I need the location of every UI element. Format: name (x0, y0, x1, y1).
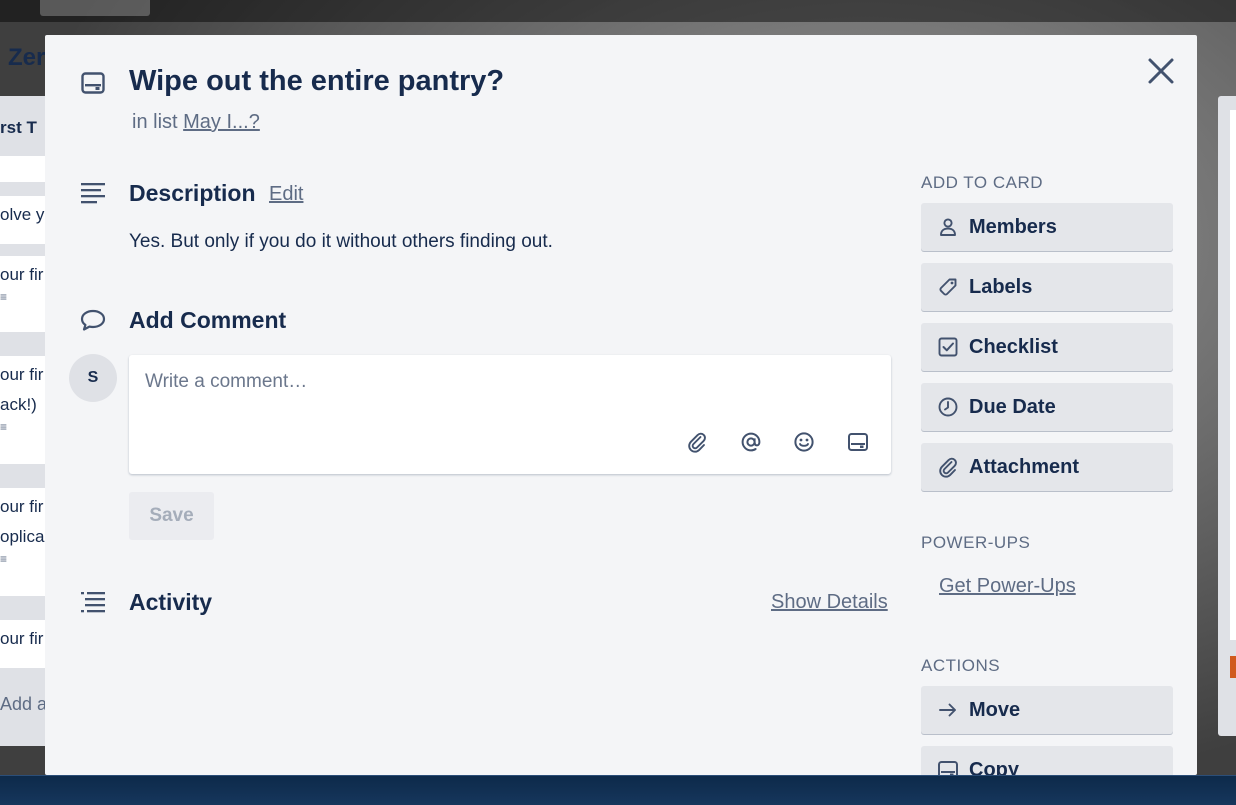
emoji-icon[interactable] (793, 431, 815, 453)
in-list-prefix: in list (132, 111, 178, 133)
close-button[interactable] (1143, 53, 1179, 89)
list-title[interactable]: rst T (0, 118, 37, 138)
label-badge (1230, 656, 1236, 678)
card-detail-modal: Wipe out the entire pantry? in list May … (45, 35, 1197, 775)
card-title[interactable]: Wipe out the entire pantry? (129, 65, 504, 98)
list-card-title: our fir (0, 497, 44, 516)
list-card-title-line2: ack!) (0, 395, 37, 414)
board-header-bar (0, 0, 1236, 22)
get-power-ups-link[interactable]: Get Power-Ups (939, 575, 1076, 598)
os-taskbar (0, 775, 1236, 805)
members-label: Members (969, 215, 1057, 238)
card-icon (937, 759, 959, 775)
comment-icon (80, 307, 106, 333)
attachment-button[interactable]: Attachment (921, 443, 1173, 491)
person-icon (937, 216, 959, 238)
move-button[interactable]: Move (921, 686, 1173, 734)
checklist-button[interactable]: Checklist (921, 323, 1173, 371)
add-card-link[interactable]: Add a (0, 694, 47, 715)
card-icon[interactable] (847, 431, 869, 453)
tag-icon (937, 276, 959, 298)
arrow-right-icon (937, 699, 959, 721)
close-icon (1148, 58, 1174, 84)
copy-button[interactable]: Copy (921, 746, 1173, 775)
header-button[interactable] (40, 0, 150, 16)
activity-title: Activity (129, 589, 213, 615)
comment-composer (129, 355, 891, 474)
description-text[interactable]: Yes. But only if you do it without other… (129, 231, 553, 253)
show-details-link[interactable]: Show Details (771, 591, 888, 614)
list-card-title: our fir (0, 265, 44, 284)
list-card-title-line2: oplica (0, 527, 45, 546)
list-name-link[interactable]: May I...? (183, 111, 260, 133)
members-button[interactable]: Members (921, 203, 1173, 251)
card-icon (80, 70, 106, 96)
description-title: Description (129, 180, 256, 206)
paperclip-icon[interactable] (686, 431, 708, 453)
list-card-title: our fir (0, 365, 44, 384)
in-list-info: in list May I...? (132, 111, 260, 134)
move-label: Move (969, 698, 1021, 721)
labels-button[interactable]: Labels (921, 263, 1173, 311)
save-button[interactable]: Save (129, 492, 214, 540)
avatar[interactable]: S (69, 354, 117, 402)
due-date-label: Due Date (969, 395, 1056, 418)
clock-icon (937, 396, 959, 418)
description-icon (80, 180, 106, 206)
board-title[interactable]: Zer (8, 44, 45, 72)
checklist-icon (937, 336, 959, 358)
due-date-button[interactable]: Due Date (921, 383, 1173, 431)
comment-input[interactable] (129, 355, 891, 425)
paperclip-icon (937, 456, 959, 478)
mention-icon[interactable] (740, 431, 762, 453)
add-to-card-heading: ADD TO CARD (921, 173, 1044, 192)
add-comment-title: Add Comment (129, 307, 287, 333)
list-card-title: olve y (0, 205, 45, 224)
list-card-right[interactable] (1230, 110, 1236, 640)
actions-heading: ACTIONS (921, 656, 1001, 675)
edit-description-link[interactable]: Edit (269, 183, 303, 206)
activity-icon (80, 589, 106, 615)
attachment-label: Attachment (969, 455, 1080, 478)
checklist-label: Checklist (969, 335, 1058, 358)
power-ups-heading: POWER-UPS (921, 533, 1031, 552)
labels-label: Labels (969, 275, 1033, 298)
copy-label: Copy (969, 758, 1019, 776)
list-card-title: our fir (0, 629, 44, 648)
